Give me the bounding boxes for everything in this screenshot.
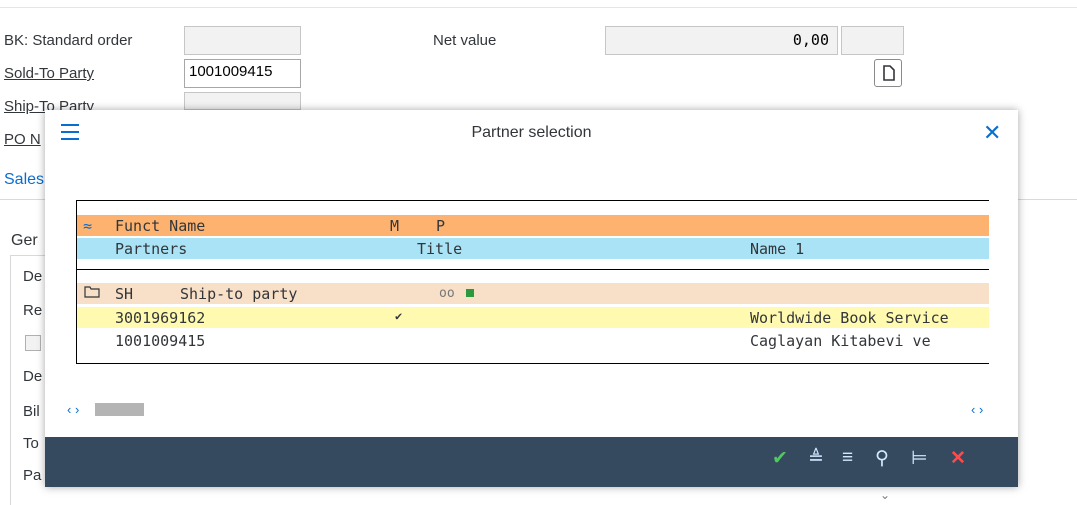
partner-number: 3001969162 — [115, 309, 206, 327]
currency-field[interactable] — [841, 26, 904, 55]
check-icon[interactable]: ✔ — [772, 447, 788, 470]
order-type-label: BK: Standard order — [4, 32, 133, 49]
dialog-title: Partner selection — [471, 124, 592, 141]
general-section-title: Ger — [11, 232, 38, 249]
net-value: 0,00 — [792, 31, 829, 49]
filter-icon[interactable]: ≡ — [842, 447, 853, 469]
top-divider — [0, 7, 1077, 8]
status-green-icon — [466, 289, 474, 297]
ship-to-party-field[interactable] — [184, 92, 301, 110]
header-p: P — [436, 217, 446, 235]
left-checkbox[interactable] — [25, 335, 41, 351]
net-value-label: Net value — [433, 32, 497, 49]
group-name: Ship-to party — [180, 285, 298, 303]
left-row-1: De — [23, 268, 43, 285]
partner-selection-dialog: Partner selection ✕ ≈ Funct Name M P Par… — [45, 110, 1018, 487]
left-row-2: Re — [23, 302, 43, 319]
header-funct-name: Funct Name — [115, 217, 206, 235]
partner-number: 1001009415 — [115, 332, 206, 350]
sold-to-party-input[interactable]: 1001009415 — [184, 59, 301, 88]
partner-name: Caglayan Kitabevi ve — [750, 332, 931, 350]
po-number-label[interactable]: PO N — [4, 131, 41, 148]
folder-icon — [84, 284, 100, 303]
document-button[interactable] — [874, 59, 902, 87]
group-row[interactable]: SH Ship-to party oo — [77, 283, 989, 304]
header-name1: Name 1 — [750, 240, 805, 258]
sold-to-party-label[interactable]: Sold-To Party — [4, 65, 94, 82]
partner-mark: ✔ — [395, 309, 403, 323]
copy-icon — [883, 65, 895, 81]
left-row-3: De — [23, 368, 43, 385]
header-separator — [77, 269, 989, 270]
order-number-field[interactable] — [184, 26, 301, 55]
group-code: SH — [115, 285, 134, 303]
header-partners: Partners — [115, 240, 188, 258]
partner-list: ≈ Funct Name M P Partners Title Name 1 S… — [76, 200, 989, 364]
sales-tab[interactable]: Sales — [4, 171, 44, 189]
left-row-6: Pa — [23, 467, 42, 484]
scroll-left-right-icon[interactable]: ‹ › — [67, 402, 79, 417]
sort-descending-icon[interactable]: ⊨ — [911, 447, 928, 470]
left-row-4: Bil — [23, 403, 40, 420]
search-icon[interactable]: ⚲ — [875, 447, 889, 470]
collapse-icon[interactable]: ≈ — [83, 217, 92, 235]
left-row-5: To — [23, 435, 39, 452]
header-title: Title — [417, 240, 463, 258]
partner-row[interactable]: 3001969162 ✔ Worldwide Book Service — [77, 307, 989, 328]
horizontal-scroll-thumb[interactable] — [95, 403, 144, 416]
dialog-footer: ✔ ≜ ≡ ⚲ ⊨ ✕ — [45, 437, 1018, 487]
partner-name: Worldwide Book Service — [750, 309, 949, 327]
header-row-1: ≈ Funct Name M P — [77, 215, 989, 236]
sort-ascending-icon[interactable]: ≜ — [808, 447, 824, 470]
group-indicator: oo — [439, 286, 455, 301]
scroll-left-right-icon[interactable]: ‹ › — [971, 402, 983, 417]
partner-row[interactable]: 1001009415 Caglayan Kitabevi ve — [77, 330, 989, 351]
cancel-icon[interactable]: ✕ — [950, 447, 966, 470]
close-icon[interactable]: ✕ — [983, 120, 1001, 146]
net-value-field[interactable]: 0,00 — [605, 26, 838, 55]
header-m: M — [390, 217, 400, 235]
scroll-chevron-icon: ⌄ — [880, 488, 891, 502]
header-row-2: Partners Title Name 1 — [77, 238, 989, 259]
